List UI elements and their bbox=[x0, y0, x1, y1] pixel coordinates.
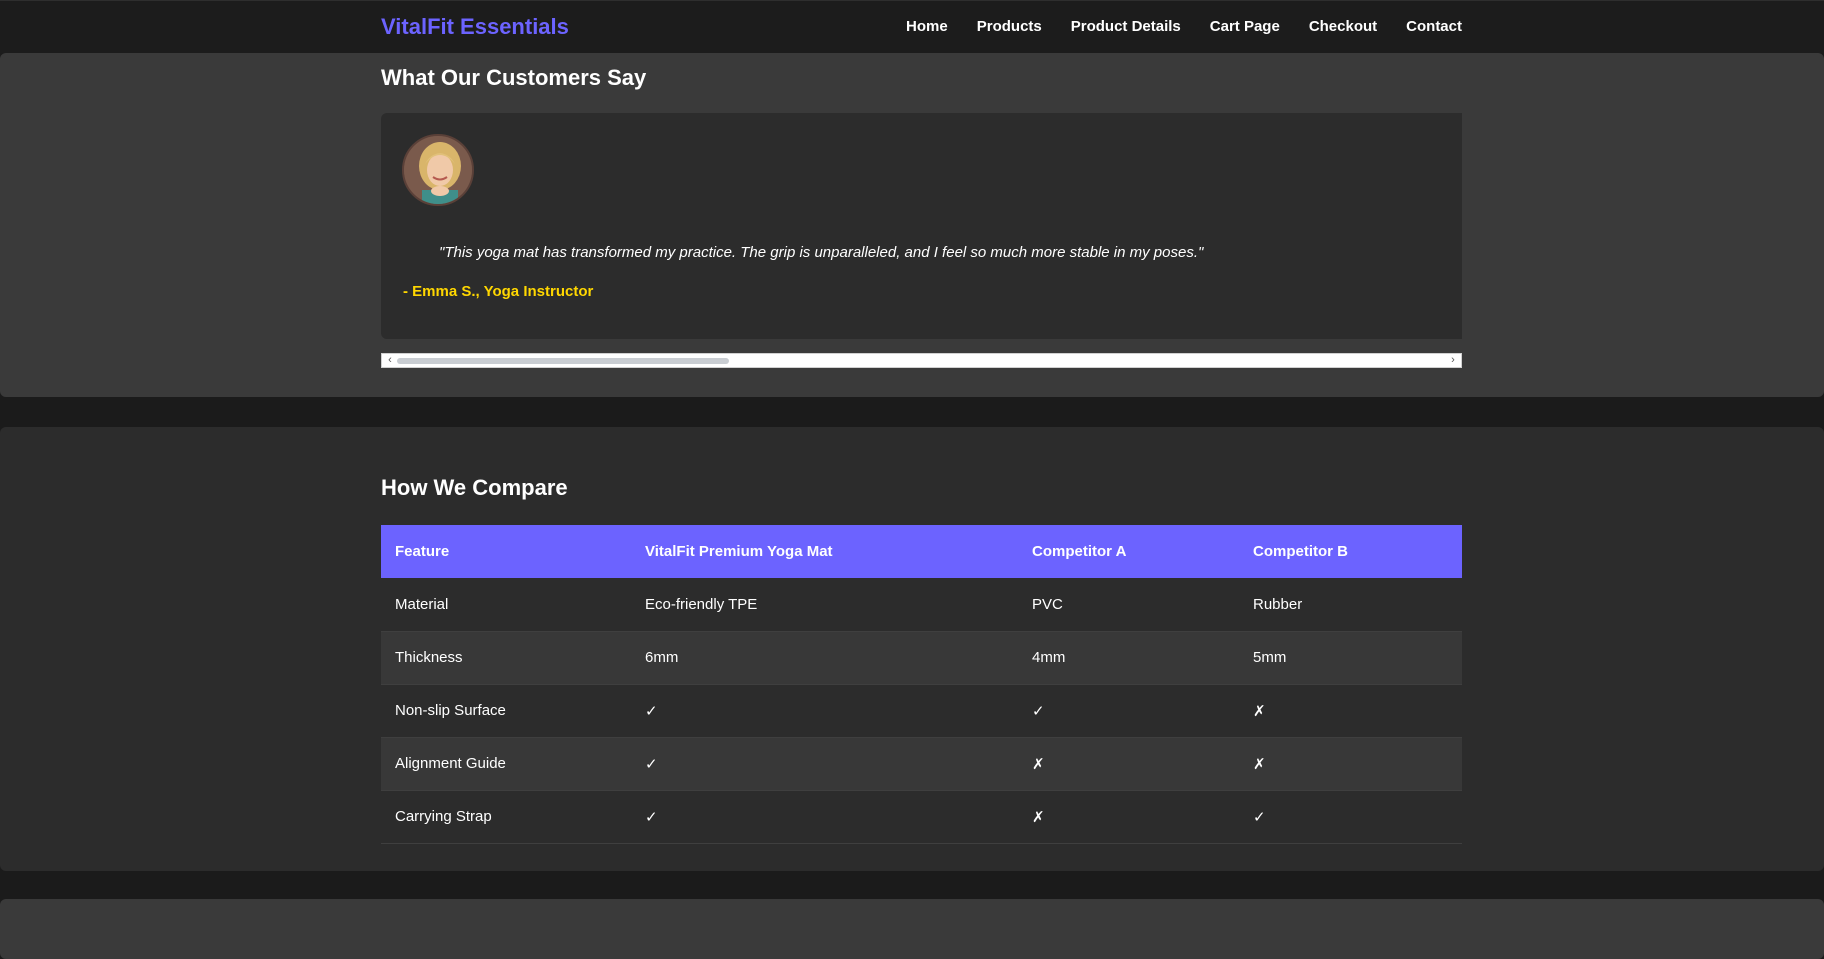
next-section bbox=[0, 899, 1824, 959]
customer-avatar bbox=[402, 134, 474, 206]
testimonial-author: - Emma S., Yoga Instructor bbox=[403, 283, 594, 300]
nav-cart-page[interactable]: Cart Page bbox=[1210, 18, 1280, 35]
table-cell: ✓ bbox=[631, 737, 1018, 791]
table-cell: ✗ bbox=[1018, 737, 1239, 791]
table-cell: PVC bbox=[1018, 578, 1239, 632]
table-cell: Eco-friendly TPE bbox=[631, 578, 1018, 632]
scroll-left-icon[interactable]: ‹ bbox=[384, 354, 396, 367]
table-row: Carrying Strap ✓ ✗ ✓ bbox=[381, 790, 1462, 844]
table-cell: 5mm bbox=[1239, 631, 1462, 685]
table-cell: ✓ bbox=[1018, 684, 1239, 738]
header-cell: Competitor A bbox=[1018, 525, 1239, 578]
feature-cell: Alignment Guide bbox=[381, 737, 631, 791]
table-row: Non-slip Surface ✓ ✓ ✗ bbox=[381, 684, 1462, 738]
testimonials-section: What Our Customers Say "This yoga mat ha… bbox=[0, 53, 1824, 397]
site-header: VitalFit Essentials Home Products Produc… bbox=[0, 0, 1824, 53]
feature-cell: Thickness bbox=[381, 631, 631, 685]
brand-logo[interactable]: VitalFit Essentials bbox=[381, 14, 569, 40]
scrollbar-thumb[interactable] bbox=[397, 358, 729, 364]
table-cell: ✗ bbox=[1239, 737, 1462, 791]
testimonial-scrollbar[interactable]: ‹ › bbox=[381, 353, 1462, 368]
nav-checkout[interactable]: Checkout bbox=[1309, 18, 1377, 35]
nav-home[interactable]: Home bbox=[906, 18, 948, 35]
main-nav: Home Products Product Details Cart Page … bbox=[906, 18, 1462, 35]
comparison-section: How We Compare Feature VitalFit Premium … bbox=[0, 427, 1824, 871]
header-cell: Competitor B bbox=[1239, 525, 1462, 578]
nav-contact[interactable]: Contact bbox=[1406, 18, 1462, 35]
customer-photo-icon bbox=[404, 136, 472, 204]
header-cell: VitalFit Premium Yoga Mat bbox=[631, 525, 1018, 578]
testimonial-card: "This yoga mat has transformed my practi… bbox=[381, 113, 1462, 339]
feature-cell: Carrying Strap bbox=[381, 790, 631, 844]
nav-product-details[interactable]: Product Details bbox=[1071, 18, 1181, 35]
table-cell: ✓ bbox=[631, 684, 1018, 738]
testimonial-quote: "This yoga mat has transformed my practi… bbox=[439, 244, 1204, 261]
feature-cell: Non-slip Surface bbox=[381, 684, 631, 738]
scroll-right-icon[interactable]: › bbox=[1447, 354, 1459, 367]
comparison-table: Feature VitalFit Premium Yoga Mat Compet… bbox=[381, 525, 1462, 844]
table-cell: Rubber bbox=[1239, 578, 1462, 632]
table-cell: ✗ bbox=[1018, 790, 1239, 844]
header-cell: Feature bbox=[381, 525, 631, 578]
table-cell: ✓ bbox=[631, 790, 1018, 844]
table-row: Thickness 6mm 4mm 5mm bbox=[381, 631, 1462, 685]
table-cell: ✗ bbox=[1239, 684, 1462, 738]
nav-products[interactable]: Products bbox=[977, 18, 1042, 35]
testimonials-heading: What Our Customers Say bbox=[381, 65, 647, 90]
compare-heading: How We Compare bbox=[381, 475, 568, 500]
table-row: Material Eco-friendly TPE PVC Rubber bbox=[381, 578, 1462, 632]
table-header-row: Feature VitalFit Premium Yoga Mat Compet… bbox=[381, 525, 1462, 578]
feature-cell: Material bbox=[381, 578, 631, 632]
table-row: Alignment Guide ✓ ✗ ✗ bbox=[381, 737, 1462, 791]
table-cell: 4mm bbox=[1018, 631, 1239, 685]
table-cell: 6mm bbox=[631, 631, 1018, 685]
table-cell: ✓ bbox=[1239, 790, 1462, 844]
